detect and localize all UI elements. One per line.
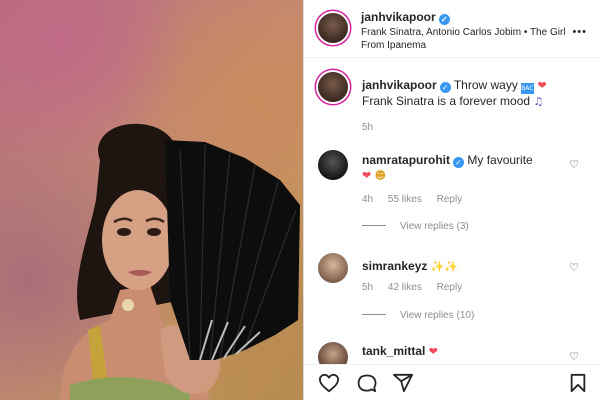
- commenter-avatar[interactable]: [318, 253, 348, 283]
- author-username[interactable]: janhvikapoor: [361, 10, 436, 24]
- view-replies-label: View replies (3): [400, 221, 469, 232]
- commenter-username[interactable]: namratapurohit: [362, 153, 450, 167]
- verified-badge-icon: ✓: [453, 157, 465, 168]
- commenter-avatar[interactable]: [318, 150, 348, 180]
- commenter-username[interactable]: tank_mittal: [362, 344, 425, 358]
- comment-likes[interactable]: 55 likes: [388, 194, 422, 205]
- red-heart-emoji-icon: ❤: [537, 79, 547, 92]
- comments-list[interactable]: janhvikapoor ✓ Throw wayy BACK ❤ Frank Si…: [304, 58, 600, 364]
- musical-notes-emoji-icon: ♫: [533, 95, 544, 108]
- view-replies-button[interactable]: View replies (10): [362, 310, 474, 321]
- comment-reply-button[interactable]: Reply: [437, 194, 463, 205]
- post-action-bar: [304, 364, 600, 400]
- back-arrow-emoji-icon: BACK: [521, 83, 538, 94]
- comment-meta: 4h 55 likes Reply: [362, 194, 474, 205]
- photo-illustration: [60, 123, 300, 400]
- caption-line-2: Frank Sinatra is a forever mood: [362, 94, 531, 108]
- author-username-row: janhvikapoor ✓: [361, 10, 450, 25]
- comment-like-heart-icon[interactable]: ♡: [569, 158, 579, 171]
- comment-meta: 5h 42 likes Reply: [362, 282, 474, 293]
- comment-time[interactable]: 4h: [362, 194, 373, 205]
- audio-track-link[interactable]: Frank Sinatra, Antonio Carlos Jobim • Th…: [361, 26, 571, 52]
- heart-icon[interactable]: [318, 373, 340, 393]
- view-replies-button[interactable]: View replies (3): [362, 221, 469, 232]
- post-photo[interactable]: [0, 0, 303, 400]
- comment-content: tank_mittal ❤: [362, 344, 562, 359]
- more-options-icon[interactable]: •••: [572, 26, 587, 38]
- caption-line-1: Throw wayy: [453, 78, 518, 92]
- heart-eyes-emoji-icon: ☻: [374, 169, 387, 182]
- caption-author-username[interactable]: janhvikapoor: [362, 78, 437, 92]
- red-heart-emoji-icon: ❤: [362, 169, 372, 182]
- comment-text: My favourite: [467, 153, 533, 167]
- comment-content: simrankeyz ✨✨: [362, 259, 562, 274]
- commenter-username[interactable]: simrankeyz: [362, 259, 427, 273]
- post-side-panel: janhvikapoor ✓ Frank Sinatra, Antonio Car…: [303, 0, 600, 400]
- sparkles-emoji-icon: ✨✨: [430, 260, 459, 273]
- comment-reply-button[interactable]: Reply: [437, 282, 463, 293]
- caption-meta: 5h: [362, 122, 385, 133]
- comment-content: namratapurohit ✓ My favourite ❤ ☻: [362, 153, 562, 183]
- view-replies-label: View replies (10): [400, 310, 475, 321]
- caption-time[interactable]: 5h: [362, 122, 373, 133]
- verified-badge-icon: ✓: [438, 14, 450, 25]
- commenter-avatar[interactable]: [318, 342, 348, 364]
- author-avatar[interactable]: [318, 13, 348, 43]
- comment-likes[interactable]: 42 likes: [388, 282, 422, 293]
- comment-like-heart-icon[interactable]: ♡: [569, 261, 579, 274]
- comment-like-heart-icon[interactable]: ♡: [569, 350, 579, 363]
- replies-divider: [362, 314, 386, 315]
- post-header: janhvikapoor ✓ Frank Sinatra, Antonio Car…: [304, 0, 600, 58]
- comment-time[interactable]: 5h: [362, 282, 373, 293]
- share-icon[interactable]: [392, 373, 414, 393]
- bookmark-icon[interactable]: [568, 373, 588, 393]
- caption-content: janhvikapoor ✓ Throw wayy BACK ❤ Frank Si…: [362, 78, 562, 109]
- caption-author-avatar[interactable]: [318, 72, 348, 102]
- replies-divider: [362, 225, 386, 226]
- comment-icon[interactable]: [356, 373, 378, 393]
- red-heart-emoji-icon: ❤: [428, 345, 438, 358]
- verified-badge-icon: ✓: [439, 82, 451, 93]
